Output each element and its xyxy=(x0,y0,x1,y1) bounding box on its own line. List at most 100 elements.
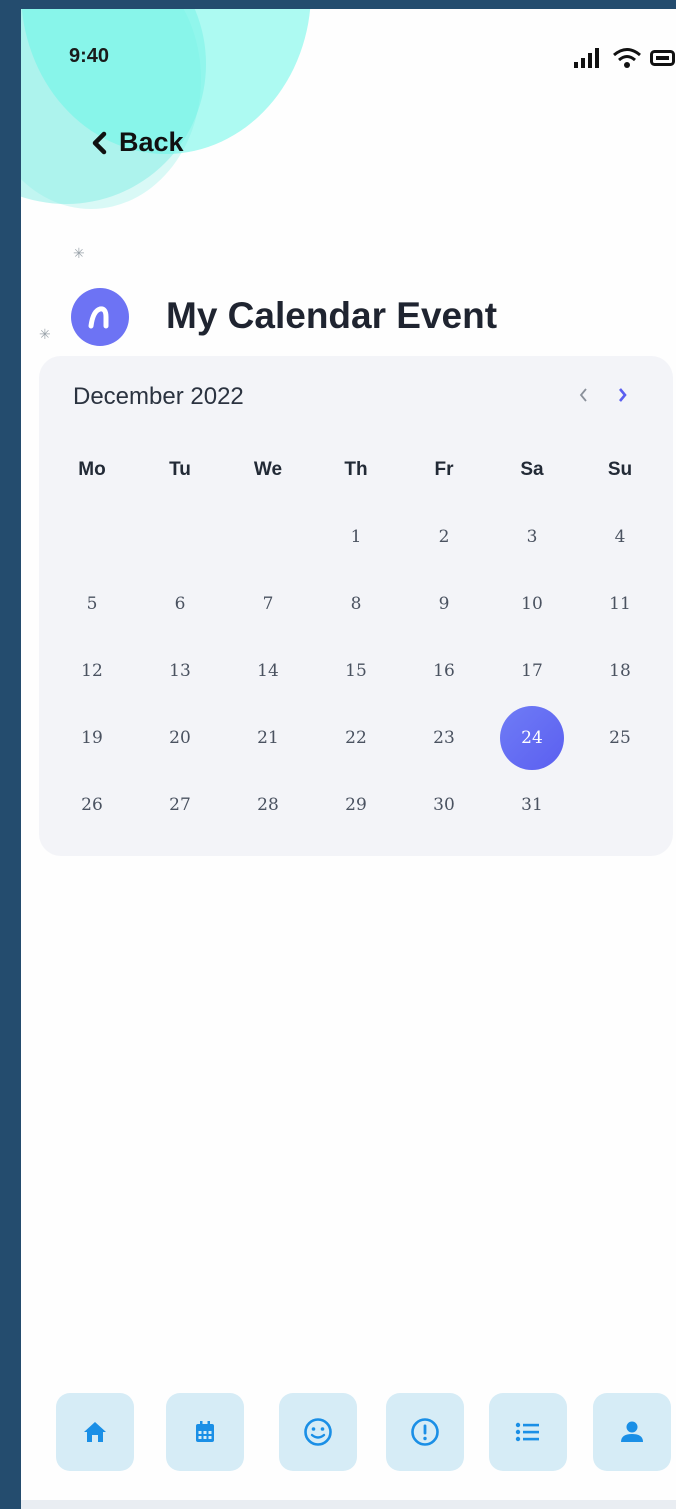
tab-alerts[interactable] xyxy=(386,1393,464,1471)
calendar-day[interactable]: 5 xyxy=(48,570,136,637)
calendar-day-label: 20 xyxy=(169,727,191,748)
smiley-icon xyxy=(304,1418,332,1446)
calendar-day-label: 11 xyxy=(609,593,631,614)
weekday-label: Th xyxy=(344,458,368,480)
calendar-day-label: 10 xyxy=(521,593,543,614)
sparkle-icon: ✳ xyxy=(39,326,51,342)
calendar-day-label: 3 xyxy=(526,526,538,547)
back-label: Back xyxy=(119,127,184,157)
calendar-day-label: 7 xyxy=(262,593,274,614)
calendar-day-label: 19 xyxy=(81,727,103,748)
calendar-grid: Mo Tu We Th Fr Sa Su 1 2 3 4 5 6 7 8 9 10 11 12 13 14… xyxy=(48,436,664,838)
calendar-day-label: 16 xyxy=(433,660,455,681)
calendar-day-label: 8 xyxy=(350,593,362,614)
calendar-day-label: 25 xyxy=(609,727,631,748)
calendar-day-label: 12 xyxy=(81,660,103,681)
calendar-day-label: 6 xyxy=(174,593,186,614)
calendar-day[interactable]: 2 xyxy=(400,503,488,570)
calendar-day[interactable]: 26 xyxy=(48,771,136,838)
calendar-card: December 2022 Mo Tu We Th Fr Sa Su 12345… xyxy=(39,356,673,856)
alert-icon xyxy=(411,1418,439,1446)
weekday-label: Fr xyxy=(434,458,454,480)
calendar-day-label: 26 xyxy=(81,794,103,815)
weekday-label: Sa xyxy=(520,458,544,480)
calendar-day[interactable]: 25 xyxy=(576,704,664,771)
calendar-day-label: 9 xyxy=(438,593,450,614)
home-icon xyxy=(84,1422,106,1442)
app-logo xyxy=(71,288,129,346)
calendar-day-label: 5 xyxy=(86,593,98,614)
month-label: December 2022 xyxy=(73,383,244,410)
calendar-day-label: 28 xyxy=(257,794,279,815)
calendar-day-label: 31 xyxy=(521,794,543,815)
calendar-day[interactable]: 12 xyxy=(48,637,136,704)
status-time: 9:40 xyxy=(69,45,110,67)
tab-profile[interactable] xyxy=(593,1393,671,1471)
calendar-day-label: 14 xyxy=(257,660,279,681)
calendar-day-label: 17 xyxy=(521,660,543,681)
tab-mood[interactable] xyxy=(279,1393,357,1471)
status-icons xyxy=(574,47,676,69)
calendar-day[interactable]: 20 xyxy=(136,704,224,771)
calendar-day-label: 18 xyxy=(609,660,631,681)
calendar-day-label: 27 xyxy=(169,794,191,815)
weekday-label: Tu xyxy=(169,458,191,480)
calendar-day[interactable]: 11 xyxy=(576,570,664,637)
calendar-day[interactable]: 16 xyxy=(400,637,488,704)
calendar-icon xyxy=(196,1421,214,1442)
calendar-day-label: 1 xyxy=(350,526,362,547)
calendar-day-label: 23 xyxy=(433,727,455,748)
calendar-day[interactable]: 30 xyxy=(400,771,488,838)
tab-home[interactable] xyxy=(56,1393,134,1471)
prev-month-button[interactable] xyxy=(571,380,597,410)
back-button[interactable]: Back xyxy=(91,127,184,158)
chevron-left-icon xyxy=(579,388,587,402)
calendar-day-label: 21 xyxy=(257,727,279,748)
phone-screen: ✳ ✳ 9:40 Back My Calendar Event December… xyxy=(21,9,676,1500)
calendar-day[interactable]: 27 xyxy=(136,771,224,838)
calendar-day[interactable]: 23 xyxy=(400,704,488,771)
logo-mark-icon xyxy=(88,306,109,329)
calendar-day[interactable]: 8 xyxy=(312,570,400,637)
calendar-day[interactable]: 10 xyxy=(488,570,576,637)
calendar-day[interactable]: 29 xyxy=(312,771,400,838)
calendar-day[interactable]: 19 xyxy=(48,704,136,771)
calendar-day-label: 29 xyxy=(345,794,367,815)
page-title: My Calendar Event xyxy=(166,295,498,336)
home-indicator-strip xyxy=(21,1500,676,1509)
calendar-day-label: 15 xyxy=(345,660,367,681)
calendar-day[interactable]: 17 xyxy=(488,637,576,704)
calendar-day[interactable]: 4 xyxy=(576,503,664,570)
calendar-day-selected[interactable]: 24 xyxy=(488,704,576,771)
tab-list[interactable] xyxy=(489,1393,567,1471)
weekday-label: Su xyxy=(607,458,633,480)
signal-icon xyxy=(574,48,599,68)
calendar-day-label: 2 xyxy=(438,526,450,547)
calendar-day-label: 24 xyxy=(500,705,564,770)
chevron-left-icon xyxy=(92,131,107,154)
calendar-day[interactable]: 9 xyxy=(400,570,488,637)
calendar-day[interactable]: 13 xyxy=(136,637,224,704)
calendar-day[interactable]: 22 xyxy=(312,704,400,771)
battery-icon xyxy=(650,50,675,66)
calendar-day[interactable]: 1 xyxy=(312,503,400,570)
calendar-day[interactable]: 21 xyxy=(224,704,312,771)
tab-calendar[interactable] xyxy=(166,1393,244,1471)
calendar-day[interactable]: 28 xyxy=(224,771,312,838)
chevron-right-icon xyxy=(619,388,627,402)
calendar-day-label: 4 xyxy=(614,526,626,547)
next-month-button[interactable] xyxy=(609,380,635,410)
calendar-day-label: 30 xyxy=(433,794,455,815)
calendar-day[interactable]: 14 xyxy=(224,637,312,704)
calendar-day[interactable]: 3 xyxy=(488,503,576,570)
calendar-day-label: 22 xyxy=(345,727,367,748)
weekday-label: Mo xyxy=(78,458,106,480)
user-icon xyxy=(621,1421,643,1442)
calendar-day[interactable]: 7 xyxy=(224,570,312,637)
sparkle-icon: ✳ xyxy=(73,245,85,261)
calendar-day[interactable]: 15 xyxy=(312,637,400,704)
calendar-day[interactable]: 31 xyxy=(488,771,576,838)
list-icon xyxy=(515,1422,539,1442)
calendar-day[interactable]: 6 xyxy=(136,570,224,637)
calendar-day[interactable]: 18 xyxy=(576,637,664,704)
